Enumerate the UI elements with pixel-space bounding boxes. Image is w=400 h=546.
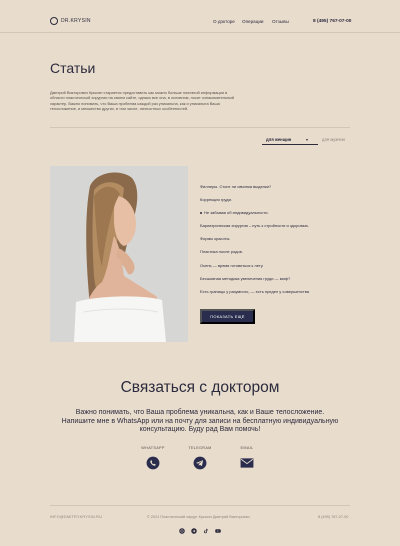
logo-text: DR.KRYSIN <box>61 18 91 24</box>
article-photo <box>50 166 188 342</box>
logo[interactable]: DR.KRYSIN <box>50 17 91 25</box>
chevron-down-icon[interactable]: ▾ <box>306 137 308 142</box>
contact-title: Связаться с доктором <box>120 379 280 396</box>
filter-underline <box>262 144 318 145</box>
article-link[interactable]: Филлеры. Стоит ли овчинка выделки? <box>200 184 360 197</box>
nav-reviews[interactable]: Отзывы <box>272 19 289 24</box>
footer-socials <box>179 528 221 534</box>
tiktok-icon[interactable] <box>203 528 209 534</box>
article-link[interactable]: Не забывая об индивидуальности. <box>200 210 360 223</box>
envelope-icon[interactable] <box>240 456 254 470</box>
logo-mark-icon <box>50 17 58 25</box>
divider <box>50 127 350 128</box>
filter-men[interactable]: для мужчин <box>322 137 345 142</box>
channel-label: TELEGRAM <box>188 446 212 450</box>
article-link[interactable]: Формы красоты. <box>200 236 360 249</box>
header-phone[interactable]: 8 (495) 767-07-00 <box>313 19 351 24</box>
telegram-icon[interactable] <box>193 456 207 470</box>
article-link[interactable]: Коррекция груди. <box>200 197 360 210</box>
whatsapp-icon[interactable] <box>179 528 185 534</box>
page-title: Статьи <box>50 60 96 76</box>
article-list: Филлеры. Стоит ли овчинка выделки? Корре… <box>200 184 360 302</box>
show-more-button[interactable]: ПОКАЗАТЬ ЕЩЁ <box>200 309 255 324</box>
contact-text: Важно понимать, что Ваша проблема уникал… <box>61 409 339 434</box>
footer-copyright: © 2021 Пластический хирург Крысин Дмитри… <box>147 515 250 519</box>
footer-phone[interactable]: 8 (495) 767-07-00 <box>318 515 348 519</box>
telegram-icon[interactable] <box>191 528 197 534</box>
article-link[interactable]: Осень — время готовиться к лету. <box>200 263 360 276</box>
youtube-icon[interactable] <box>215 528 221 534</box>
intro-text: Дмитрий Викторович Крысин старается пред… <box>50 90 235 112</box>
article-link[interactable]: Есть границы у разумного, — есть предел … <box>200 289 360 302</box>
channel-label: EMAIL <box>240 446 254 450</box>
nav-operations[interactable]: Операции <box>242 19 264 24</box>
footer-email[interactable]: INFO@DMITRYKRYSIN.RU <box>50 515 102 519</box>
channel-whatsapp[interactable]: WHATSAPP <box>138 446 168 470</box>
article-link[interactable]: Бесшовная методика увеличения груди — ми… <box>200 276 360 289</box>
article-link[interactable]: Пластика после родов. <box>200 249 360 262</box>
channel-telegram[interactable]: TELEGRAM <box>185 446 215 470</box>
whatsapp-icon[interactable] <box>146 456 160 470</box>
nav-about[interactable]: О докторе <box>213 19 235 24</box>
article-link[interactable]: Бариатрическая хирургия – путь к стройно… <box>200 223 360 236</box>
filter-women[interactable]: для женщин <box>266 137 291 142</box>
channel-label: WHATSAPP <box>141 446 165 450</box>
channel-email[interactable]: EMAIL <box>232 446 262 470</box>
footer-divider <box>50 505 350 506</box>
woman-portrait-image <box>50 166 188 342</box>
